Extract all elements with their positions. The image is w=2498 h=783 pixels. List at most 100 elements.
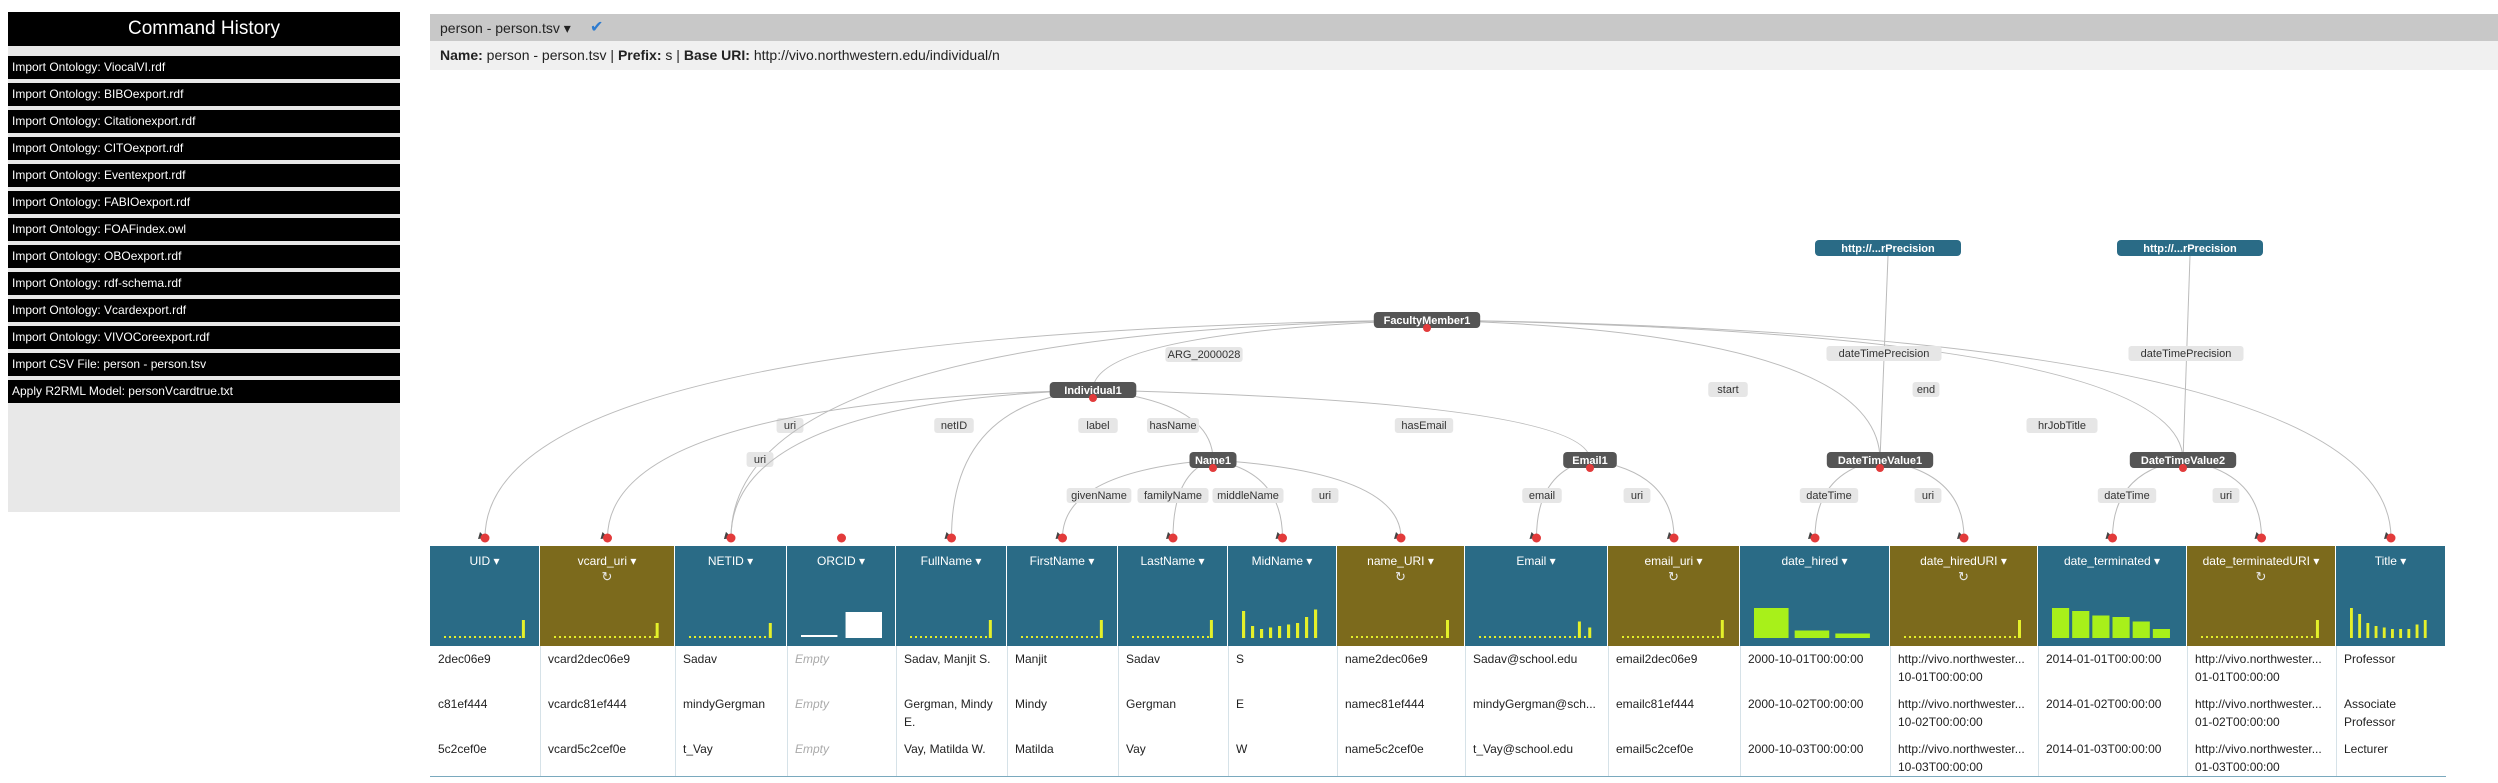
column-name-dropdown[interactable]: Email ▾ <box>1465 554 1607 568</box>
edge-label[interactable]: givenName <box>1071 490 1127 502</box>
edge-label[interactable]: netID <box>941 420 967 432</box>
edge-label[interactable]: hasName <box>1149 420 1196 432</box>
edge-label[interactable]: uri <box>1319 490 1331 502</box>
graph-node-label[interactable]: FacultyMember1 <box>1384 315 1471 327</box>
table-cell[interactable]: Lecturer <box>2344 740 2442 758</box>
command-history-item[interactable]: Import Ontology: VIVOCoreexport.rdf <box>8 326 400 349</box>
table-cell[interactable]: W <box>1236 740 1333 758</box>
command-history-item[interactable]: Import Ontology: OBOexport.rdf <box>8 245 400 268</box>
command-history-item[interactable]: Import Ontology: BIBOexport.rdf <box>8 83 400 106</box>
edge-label[interactable]: uri <box>1631 490 1643 502</box>
table-cell[interactable]: http://vivo.northwester... 10-02T00:00:0… <box>1898 695 2034 731</box>
column-name-dropdown[interactable]: ORCID ▾ <box>787 554 895 568</box>
column-name-dropdown[interactable]: NETID ▾ <box>675 554 786 568</box>
column-name-dropdown[interactable]: LastName ▾ <box>1118 554 1227 568</box>
table-cell[interactable]: Sadav <box>683 650 783 668</box>
table-cell[interactable]: email5c2cef0e <box>1616 740 1736 758</box>
table-cell[interactable]: t_Vay@school.edu <box>1473 740 1604 758</box>
command-history-item[interactable]: Import Ontology: FABIOexport.rdf <box>8 191 400 214</box>
graph-node-box[interactable] <box>1373 312 1481 328</box>
column-name-dropdown[interactable]: UID ▾ <box>430 554 539 568</box>
table-cell[interactable]: mindyGergman@sch... <box>1473 695 1604 713</box>
worksheet-tab[interactable]: person - person.tsv ▾ <box>440 20 571 37</box>
edge-label[interactable]: hasEmail <box>1401 420 1446 432</box>
column-name-dropdown[interactable]: date_hiredURI ▾ <box>1890 554 2037 568</box>
check-icon[interactable]: ✔ <box>590 17 603 37</box>
table-cell[interactable]: 2014-01-02T00:00:00 <box>2046 695 2183 713</box>
table-cell[interactable]: vcard5c2cef0e <box>548 740 671 758</box>
column-name-dropdown[interactable]: date_hired ▾ <box>1740 554 1889 568</box>
refresh-icon[interactable]: ↻ <box>2187 569 2335 585</box>
edge-label[interactable]: end <box>1917 384 1935 396</box>
edge-label[interactable]: start <box>1717 384 1738 396</box>
graph-node-label[interactable]: DateTimeValue1 <box>1838 455 1922 467</box>
column-name-dropdown[interactable]: Title ▾ <box>2336 554 2445 568</box>
table-cell[interactable]: Gergman, Mindy E. <box>904 695 1003 731</box>
table-cell[interactable]: Sadav <box>1126 650 1224 668</box>
table-cell[interactable]: http://vivo.northwester... 10-03T00:00:0… <box>1898 740 2034 774</box>
edge-label[interactable]: email <box>1529 490 1555 502</box>
command-history-item[interactable]: Import Ontology: Vcardexport.rdf <box>8 299 400 322</box>
graph-node-label[interactable]: Individual1 <box>1064 385 1121 397</box>
edge-label[interactable]: dateTimePrecision <box>1839 348 1930 360</box>
edge-label[interactable]: uri <box>754 454 766 466</box>
table-cell[interactable]: http://vivo.northwester... 01-02T00:00:0… <box>2195 695 2332 731</box>
edge-label[interactable]: dateTime <box>1806 490 1851 502</box>
table-cell[interactable]: 2000-10-02T00:00:00 <box>1748 695 1886 713</box>
edge-label[interactable]: uri <box>784 420 796 432</box>
table-cell[interactable]: http://vivo.northwester... 10-01T00:00:0… <box>1898 650 2034 686</box>
column-name-dropdown[interactable]: FullName ▾ <box>896 554 1006 568</box>
column-name-dropdown[interactable]: name_URI ▾ <box>1337 554 1464 568</box>
command-history-item[interactable]: Import Ontology: Citationexport.rdf <box>8 110 400 133</box>
table-cell[interactable]: t_Vay <box>683 740 783 758</box>
table-cell[interactable]: 2014-01-03T00:00:00 <box>2046 740 2183 758</box>
table-cell[interactable]: Empty <box>795 650 892 668</box>
edge-label[interactable]: hrJobTitle <box>2038 420 2086 432</box>
table-cell[interactable]: Sadav@school.edu <box>1473 650 1604 668</box>
table-cell[interactable]: vcardc81ef444 <box>548 695 671 713</box>
table-cell[interactable]: S <box>1236 650 1333 668</box>
table-cell[interactable]: http://vivo.northwester... 01-03T00:00:0… <box>2195 740 2332 774</box>
command-history-item[interactable]: Apply R2RML Model: personVcardtrue.txt <box>8 380 400 403</box>
table-cell[interactable]: E <box>1236 695 1333 713</box>
command-history-item[interactable]: Import Ontology: rdf-schema.rdf <box>8 272 400 295</box>
table-cell[interactable]: 2000-10-01T00:00:00 <box>1748 650 1886 668</box>
graph-node-box[interactable] <box>1826 452 1934 468</box>
table-cell[interactable]: name2dec06e9 <box>1345 650 1461 668</box>
table-cell[interactable]: Manjit <box>1015 650 1114 668</box>
graph-node-label[interactable]: Name1 <box>1195 455 1231 467</box>
column-name-dropdown[interactable]: FirstName ▾ <box>1007 554 1117 568</box>
graph-node-label[interactable]: DateTimeValue2 <box>2141 455 2225 467</box>
table-cell[interactable]: Mindy <box>1015 695 1114 713</box>
edge-label[interactable]: uri <box>1922 490 1934 502</box>
graph-node-box[interactable] <box>2129 452 2237 468</box>
graph-node-box[interactable] <box>1563 452 1617 468</box>
graph-node-label[interactable]: http://...rPrecision <box>1841 243 1935 255</box>
graph-node-label[interactable]: Email1 <box>1572 455 1607 467</box>
table-cell[interactable]: Vay, Matilda W. <box>904 740 1003 758</box>
graph-node-label[interactable]: http://...rPrecision <box>2143 243 2237 255</box>
table-cell[interactable]: 2dec06e9 <box>438 650 536 668</box>
command-history-item[interactable]: Import Ontology: ViocalVI.rdf <box>8 56 400 79</box>
column-name-dropdown[interactable]: email_uri ▾ <box>1608 554 1739 568</box>
command-history-item[interactable]: Import Ontology: FOAFindex.owl <box>8 218 400 241</box>
refresh-icon[interactable]: ↻ <box>1337 569 1464 585</box>
graph-node-box[interactable] <box>1189 452 1237 468</box>
table-cell[interactable]: http://vivo.northwester... 01-01T00:00:0… <box>2195 650 2332 686</box>
table-cell[interactable]: 2014-01-01T00:00:00 <box>2046 650 2183 668</box>
edge-label[interactable]: middleName <box>1217 490 1279 502</box>
table-cell[interactable]: Associate Professor <box>2344 695 2442 731</box>
edge-label[interactable]: dateTimePrecision <box>2141 348 2232 360</box>
table-cell[interactable]: emailc81ef444 <box>1616 695 1736 713</box>
table-cell[interactable]: 5c2cef0e <box>438 740 536 758</box>
table-cell[interactable]: mindyGergman <box>683 695 783 713</box>
edge-label[interactable]: dateTime <box>2104 490 2149 502</box>
table-cell[interactable]: vcard2dec06e9 <box>548 650 671 668</box>
command-history-item[interactable]: Import Ontology: CITOexport.rdf <box>8 137 400 160</box>
graph-node-box[interactable] <box>2117 240 2263 256</box>
edge-label[interactable]: familyName <box>1144 490 1202 502</box>
column-name-dropdown[interactable]: vcard_uri ▾ <box>540 554 674 568</box>
table-cell[interactable]: namec81ef444 <box>1345 695 1461 713</box>
table-cell[interactable]: c81ef444 <box>438 695 536 713</box>
command-history-item[interactable]: Import Ontology: Eventexport.rdf <box>8 164 400 187</box>
